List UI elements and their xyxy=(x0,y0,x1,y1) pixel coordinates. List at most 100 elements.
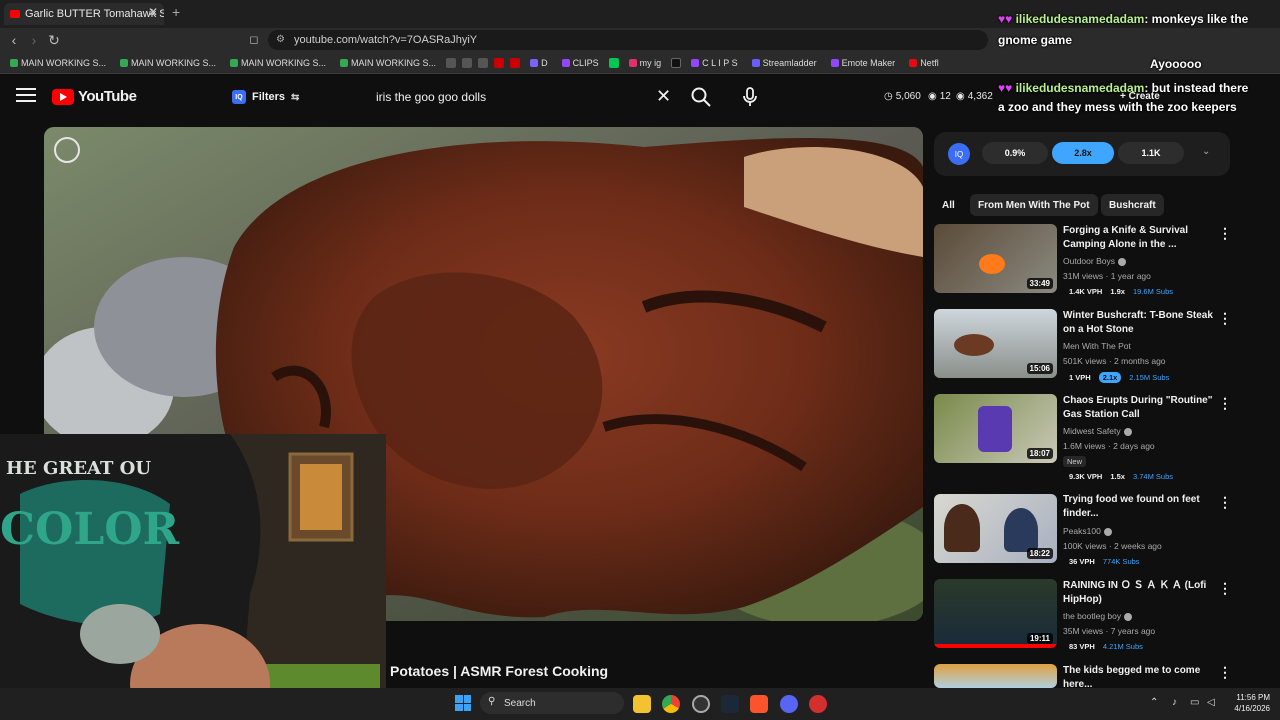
rate-pill[interactable]: 0.9% xyxy=(982,142,1048,164)
url-bar[interactable]: youtube.com/watch?v=7OASRaJhyiY xyxy=(268,30,988,50)
bookmark-item[interactable]: CLIPS xyxy=(558,56,603,70)
video-thumbnail[interactable] xyxy=(934,664,1057,688)
video-thumbnail[interactable]: 15:06 xyxy=(934,309,1057,378)
site-info-icon[interactable]: ⚙ xyxy=(276,34,285,45)
video-title-link[interactable]: Chaos Erupts During "Routine" Gas Statio… xyxy=(1063,394,1223,422)
person-graphic xyxy=(1004,508,1038,552)
microphone-icon[interactable] xyxy=(740,86,760,108)
bookmark-item[interactable]: Netfl xyxy=(905,56,943,70)
bookmark-item[interactable]: MAIN WORKING S... xyxy=(226,56,330,70)
bookmark-item[interactable]: C L I P S xyxy=(687,56,742,70)
taskbar-search[interactable]: ⚲ Search xyxy=(480,692,624,714)
logo-text: YouTube xyxy=(78,88,137,105)
duration-badge: 18:22 xyxy=(1026,548,1053,559)
verified-icon xyxy=(1103,527,1112,536)
bookmark-favicon-icon xyxy=(691,58,700,67)
chip-bushcraft[interactable]: Bushcraft xyxy=(1101,194,1164,216)
video-title-link[interactable]: RAINING IN Ｏ Ｓ Ａ Ｋ Ａ (Lofi HipHop) xyxy=(1063,579,1223,607)
steam-icon[interactable] xyxy=(721,695,739,713)
bookmark-item[interactable]: MAIN WORKING S... xyxy=(6,56,110,70)
chip-channel[interactable]: From Men With The Pot xyxy=(970,194,1098,216)
new-tab-icon[interactable]: + xyxy=(172,4,180,20)
reload-icon[interactable]: ↻ xyxy=(44,30,64,50)
view-count-stat: ◷ 5,060 xyxy=(884,91,921,102)
brave-icon[interactable] xyxy=(750,695,768,713)
vph-stats: 9.3K VPH 1.5x 3.74M Subs xyxy=(1069,472,1173,481)
bookmark-favicon-icon xyxy=(340,58,349,67)
bookmark-favicon-icon xyxy=(10,58,18,67)
likes-stat: ◉ 12 xyxy=(928,91,951,102)
bookmark-icon[interactable] xyxy=(608,57,619,68)
taskbar-clock[interactable]: 11:56 PM 4/16/2026 xyxy=(1222,692,1270,714)
video-thumbnail[interactable]: 33:49 xyxy=(934,224,1057,293)
bookmark-icon[interactable]: ◻ xyxy=(244,30,264,50)
bookmark-item[interactable]: D xyxy=(526,56,552,70)
chat-message: Ayooooo xyxy=(1150,57,1202,71)
youtube-logo[interactable]: YouTube xyxy=(52,88,137,105)
bookmark-icon[interactable] xyxy=(478,57,489,68)
bookmark-icon[interactable] xyxy=(446,57,457,68)
filters-button[interactable]: IQ Filters ⇆ xyxy=(232,86,299,108)
windows-start-icon[interactable] xyxy=(455,695,471,711)
chevron-up-icon[interactable]: ⌃ xyxy=(1150,697,1158,708)
microphone-icon[interactable]: ♪ xyxy=(1172,697,1177,708)
discord-icon[interactable] xyxy=(780,695,798,713)
chip-all[interactable]: All xyxy=(934,194,963,216)
more-options-icon[interactable]: ⋮ xyxy=(1218,225,1232,242)
search-input[interactable]: iris the goo goo dolls xyxy=(376,90,486,104)
close-tab-icon[interactable]: ✕ xyxy=(148,5,158,19)
verified-icon xyxy=(1123,427,1132,436)
network-icon[interactable]: ▭ xyxy=(1190,697,1199,708)
browser-tab[interactable]: Garlic BUTTER Tomahawk STEAK xyxy=(4,3,164,25)
hamburger-menu-icon[interactable] xyxy=(16,88,36,104)
more-options-icon[interactable]: ⋮ xyxy=(1218,310,1232,327)
youtube-app-icon[interactable] xyxy=(809,695,827,713)
bookmarks-bar: MAIN WORKING S... MAIN WORKING S... MAIN… xyxy=(0,52,1280,74)
volume-icon[interactable]: ◁ xyxy=(1207,697,1215,708)
more-options-icon[interactable]: ⋮ xyxy=(1218,395,1232,412)
channel-name[interactable]: Midwest Safety xyxy=(1063,426,1132,436)
bookmark-item[interactable]: Streamladder xyxy=(748,56,821,70)
duration-badge: 15:06 xyxy=(1026,363,1053,374)
duration-badge: 33:49 xyxy=(1026,278,1053,289)
more-options-icon[interactable]: ⋮ xyxy=(1218,580,1232,597)
channel-name[interactable]: Outdoor Boys xyxy=(1063,256,1126,266)
bookmark-item[interactable]: my ig xyxy=(625,56,666,70)
bookmark-item[interactable]: MAIN WORKING S... xyxy=(336,56,440,70)
video-title-link[interactable]: Winter Bushcraft: T-Bone Steak on a Hot … xyxy=(1063,309,1223,337)
bookmark-icon[interactable] xyxy=(510,57,521,68)
bookmark-icon[interactable] xyxy=(462,57,473,68)
bookmark-icon[interactable] xyxy=(494,57,505,68)
bookmark-item[interactable]: MAIN WORKING S... xyxy=(116,56,220,70)
video-title-link[interactable]: Trying food we found on feet finder... xyxy=(1063,493,1223,521)
video-meta: 1.6M views · 2 days ago xyxy=(1063,441,1155,451)
more-options-icon[interactable]: ⋮ xyxy=(1218,664,1232,681)
tiktok-icon[interactable] xyxy=(671,57,682,68)
create-button[interactable]: + Create xyxy=(1120,91,1160,102)
channel-name[interactable]: Men With The Pot xyxy=(1063,341,1131,351)
chrome-icon[interactable] xyxy=(662,695,680,713)
clear-search-icon[interactable]: ✕ xyxy=(656,86,671,107)
video-thumbnail[interactable]: 19:11 xyxy=(934,579,1057,648)
video-meta: 35M views · 7 years ago xyxy=(1063,626,1156,636)
watch-progress-bar xyxy=(934,644,1057,648)
video-thumbnail[interactable]: 18:07 xyxy=(934,394,1057,463)
forward-icon[interactable]: › xyxy=(24,30,44,50)
rate-pill[interactable]: 1.1K xyxy=(1118,142,1184,164)
video-thumbnail[interactable]: 18:22 xyxy=(934,494,1057,563)
chevron-down-icon[interactable]: ⌄ xyxy=(1202,146,1210,157)
channel-name[interactable]: Peaks100 xyxy=(1063,526,1112,536)
file-explorer-icon[interactable] xyxy=(633,695,651,713)
obs-icon[interactable] xyxy=(692,695,710,713)
bookmark-favicon-icon xyxy=(530,58,539,67)
channel-name[interactable]: the bootleg boy xyxy=(1063,611,1133,621)
more-options-icon[interactable]: ⋮ xyxy=(1218,494,1232,511)
back-icon[interactable]: ‹ xyxy=(4,30,24,50)
bookmark-item[interactable]: Emote Maker xyxy=(827,56,900,70)
chat-message: gnome game xyxy=(998,33,1073,47)
bookmark-favicon-icon xyxy=(909,58,918,67)
bookmark-favicon-icon xyxy=(120,58,129,67)
rate-pill-active[interactable]: 2.8x xyxy=(1052,142,1114,164)
video-title-link[interactable]: Forging a Knife & Survival Camping Alone… xyxy=(1063,224,1223,252)
search-icon[interactable] xyxy=(690,86,712,108)
